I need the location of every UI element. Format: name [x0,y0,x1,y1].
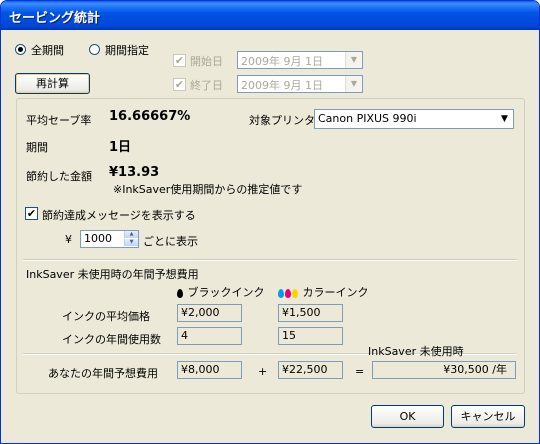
color-drops-icon [278,286,299,299]
ok-button[interactable]: OK [371,405,444,428]
currency-symbol: ¥ [65,233,72,246]
saved-amount-value: ¥13.93 [109,165,160,180]
radio-specify-period[interactable] [89,44,100,55]
saving-stats-dialog: セービング統計 全期間 期間指定 ✔ 開始日 2009年 9月 1日 ▼ 再計算… [0,0,540,444]
color-ink-header-label: カラーインク [302,286,369,299]
interval-value: 1000 [84,232,112,245]
save-rate-value: 16.66667% [109,109,191,124]
divider [23,259,517,261]
spin-up-icon[interactable]: ▲ [124,231,138,238]
spin-down-icon[interactable]: ▼ [124,239,138,246]
printer-value: Canon PIXUS 990i [318,112,417,125]
printer-select[interactable]: Canon PIXUS 990i ▼ [314,109,514,129]
chevron-down-icon[interactable]: ▼ [496,110,513,128]
interval-spinner[interactable]: 1000 ▲ ▼ [80,230,139,248]
end-date-value: 2009年 9月 1日 [241,79,323,92]
annual-section-title: InkSaver 未使用時の年間予想費用 [26,268,199,281]
end-date-label: 終了日 [190,79,223,92]
interval-suffix: ごとに表示 [143,235,198,248]
title-bar[interactable]: セービング統計 [1,1,539,30]
usage-black-field[interactable]: 4 [177,327,242,345]
total-color-field: ¥22,500 [278,361,343,379]
show-message-checkbox[interactable]: ✔ [25,207,38,220]
avg-price-label: インクの平均価格 [62,310,150,323]
radio-all-period-label[interactable]: 全期間 [31,42,64,58]
total-label: あなたの年間予想費用 [48,367,158,380]
start-date-value: 2009年 9月 1日 [241,55,323,68]
save-rate-label: 平均セーブ率 [26,114,92,127]
duration-label: 期間 [26,141,48,154]
recalculate-button[interactable]: 再計算 [15,73,90,94]
total-sum-field: ¥30,500 /年 [372,361,516,379]
chevron-down-icon[interactable]: ▼ [345,76,362,92]
saved-amount-note: ※InkSaver使用期間からの推定値です [113,183,303,196]
printer-label: 対象プリンタ [249,114,315,127]
radio-specify-period-label[interactable]: 期間指定 [105,42,149,58]
end-date-picker[interactable]: 2009年 9月 1日 ▼ [237,75,363,93]
show-message-label[interactable]: 節約達成メッセージを表示する [42,207,196,223]
usage-label: インクの年間使用数 [62,333,161,346]
black-drop-icon [177,288,183,298]
start-date-picker[interactable]: 2009年 9月 1日 ▼ [237,51,363,69]
black-ink-header-label: ブラックインク [187,286,265,299]
duration-value: 1日 [109,140,132,155]
start-date-checkbox[interactable]: ✔ [173,54,186,67]
cancel-button[interactable]: キャンセル [451,405,525,428]
saved-amount-label: 節約した金額 [26,170,92,183]
usage-color-field[interactable]: 15 [278,327,343,345]
chevron-down-icon[interactable]: ▼ [345,52,362,68]
avg-price-black-field[interactable]: ¥2,000 [177,304,242,322]
start-date-label: 開始日 [190,55,223,68]
radio-all-period[interactable] [15,44,26,55]
avg-price-color-field[interactable]: ¥1,500 [278,304,343,322]
unused-header: InkSaver 未使用時 [368,345,464,358]
window-title: セービング統計 [9,11,101,26]
black-ink-header: ブラックインク [177,284,265,300]
plus-sign: + [258,365,268,378]
equals-sign: = [355,365,365,378]
color-ink-header: カラーインク [278,284,369,300]
end-date-checkbox[interactable]: ✔ [173,78,186,91]
total-black-field: ¥8,000 [177,361,242,379]
